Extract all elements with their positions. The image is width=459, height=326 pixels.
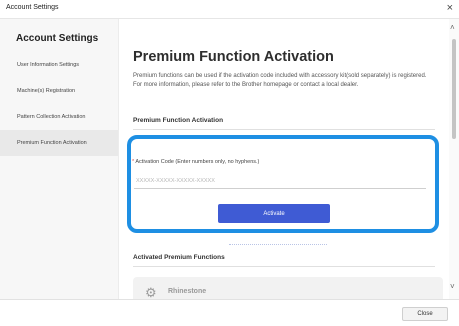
sidebar-heading: Account Settings [16,33,99,44]
activated-feature-card: ⚙ Rhinestone [133,277,443,299]
activated-feature-name: Rhinestone [168,288,207,295]
faint-link[interactable] [229,242,327,245]
page-title: Premium Function Activation [133,49,334,65]
section-divider [133,129,435,130]
activation-code-label: * Activation Code (Enter numbers only, n… [132,159,259,165]
sidebar: Account Settings User Information Settin… [0,19,119,299]
rhinestone-icon: ⚙ [145,285,157,300]
sidebar-item-label: Premium Function Activation [17,140,87,146]
sidebar-item-pattern-collection-activation[interactable]: Pattern Collection Activation [0,104,118,130]
sidebar-item-machine-registration[interactable]: Machine(s) Registration [0,78,118,104]
scroll-down-icon[interactable]: ˅ [450,283,455,291]
required-mark: * [132,159,135,165]
scroll-up-icon[interactable]: ˄ [450,24,455,32]
main-content: Premium Function Activation Premium func… [119,19,449,299]
sidebar-item-user-information-settings[interactable]: User Information Settings [0,52,118,78]
activate-button[interactable]: Activate [218,204,330,223]
dialog-footer: Close [0,299,459,326]
close-button[interactable]: Close [402,307,448,321]
sidebar-item-label: Machine(s) Registration [17,88,76,94]
sidebar-item-label: User Information Settings [17,62,80,68]
activation-section-title: Premium Function Activation [133,117,224,124]
activation-code-input[interactable] [134,173,426,189]
section-divider [133,266,435,267]
sidebar-item-premium-function-activation[interactable]: Premium Function Activation [0,130,118,156]
page-description: Premium functions can be used if the act… [133,73,427,88]
activation-code-label-text: Activation Code (Enter numbers only, no … [135,159,260,165]
activated-section-title: Activated Premium Functions [133,254,225,261]
window-title: Account Settings [6,4,59,11]
sidebar-item-label: Pattern Collection Activation [17,114,86,120]
scrollbar-thumb[interactable] [452,39,456,139]
main-scrollbar[interactable]: ˄ ˅ [449,19,459,299]
window-close-icon[interactable]: × [447,2,453,14]
title-bar: Account Settings × [0,0,459,19]
